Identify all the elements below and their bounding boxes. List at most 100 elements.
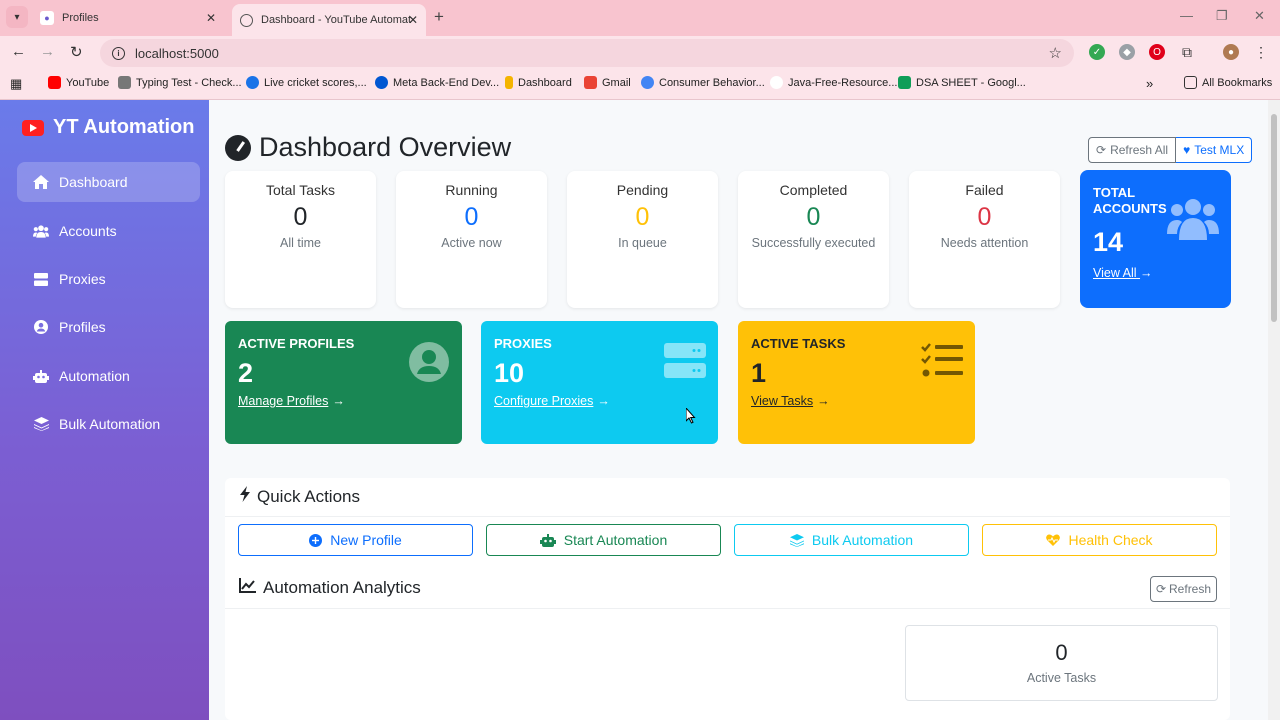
stat-completed: Completed 0 Successfully executed xyxy=(738,171,889,308)
sheets-icon xyxy=(898,76,911,89)
manage-profiles-link[interactable]: Manage Profiles → xyxy=(238,394,345,408)
bookmarks-bar: ▦ YouTube Typing Test - Check... Live cr… xyxy=(0,70,1280,100)
stat-total-tasks: Total Tasks 0 All time xyxy=(225,171,376,308)
stat-value: 0 xyxy=(977,203,992,231)
coursera-icon xyxy=(375,76,388,89)
start-automation-button[interactable]: Start Automation xyxy=(486,524,721,556)
tab-search-button[interactable]: ▾ xyxy=(6,6,28,28)
reload-icon[interactable]: ↻ xyxy=(70,43,83,61)
chevron-down-icon: ▾ xyxy=(14,11,20,23)
close-tab-icon[interactable]: ✕ xyxy=(206,11,216,25)
bookmark-cricket[interactable]: Live cricket scores,... xyxy=(246,76,367,89)
bookmark-meta[interactable]: Meta Back-End Dev... xyxy=(375,76,499,89)
refresh-all-button[interactable]: ⟳ Refresh All xyxy=(1088,137,1177,163)
bookmark-java[interactable]: Java-Free-Resource... xyxy=(770,76,897,89)
health-check-button[interactable]: Health Check xyxy=(982,524,1217,556)
arrow-right-icon: → xyxy=(817,394,830,408)
stat-sub: Needs attention xyxy=(940,236,1029,250)
bookmark-dashboard[interactable]: Dashboard xyxy=(505,76,572,89)
refresh-icon: ⟳ xyxy=(1096,143,1107,157)
sidebar-item-accounts[interactable]: Accounts xyxy=(17,211,200,251)
active-tasks-label: Active Tasks xyxy=(1026,671,1097,685)
scrollbar-thumb[interactable] xyxy=(1271,114,1277,322)
avatar[interactable]: ● xyxy=(1223,44,1239,60)
test-mlx-button[interactable]: ♥ Test MLX xyxy=(1176,137,1253,163)
menu-kebab-icon[interactable]: ⋮ xyxy=(1253,44,1269,60)
privacy-extension-icon[interactable]: ◆ xyxy=(1119,44,1135,60)
puzzle-extensions-icon[interactable]: ⧉ xyxy=(1179,44,1195,60)
browser-tab-bar: ▾ ● Profiles ✕ Dashboard - YouTube Autom… xyxy=(0,0,1280,36)
page-title: Dashboard Overview xyxy=(225,132,511,163)
task-list-icon xyxy=(921,343,963,377)
page-scrollbar[interactable] xyxy=(1268,100,1280,720)
forward-icon[interactable]: → xyxy=(40,43,55,60)
users-icon xyxy=(33,224,49,238)
stat-sub: All time xyxy=(280,236,321,250)
sidebar-item-bulk-automation[interactable]: Bulk Automation xyxy=(17,404,200,444)
stat-sub: Active now xyxy=(441,236,502,250)
bookmark-youtube[interactable]: YouTube xyxy=(48,76,109,89)
bookmark-consumer[interactable]: Consumer Behavior... xyxy=(641,76,765,89)
dashboard-gauge-icon xyxy=(225,134,251,161)
stat-sub: Successfully executed xyxy=(751,236,876,250)
analytics-refresh-button[interactable]: ⟳ Refresh xyxy=(1150,576,1217,602)
all-bookmarks[interactable]: All Bookmarks xyxy=(1184,76,1272,89)
sidebar-item-proxies[interactable]: Proxies xyxy=(17,259,200,299)
heartbeat-icon: ♥ xyxy=(1183,143,1191,157)
apps-grid-icon[interactable]: ▦ xyxy=(10,76,22,92)
user-circle-icon xyxy=(409,342,449,382)
new-tab-button[interactable]: + xyxy=(434,7,444,27)
opera-extension-icon[interactable]: O xyxy=(1149,44,1165,60)
stat-value: 0 xyxy=(635,203,650,231)
view-tasks-link[interactable]: View Tasks → xyxy=(751,394,830,408)
active-tasks-card: ACTIVE TASKS 1 View Tasks → xyxy=(738,321,975,444)
stat-running: Running 0 Active now xyxy=(396,171,547,308)
new-profile-button[interactable]: New Profile xyxy=(238,524,473,556)
bookmark-dsa[interactable]: DSA SHEET - Googl... xyxy=(898,76,1026,89)
arrow-right-icon: → xyxy=(1140,266,1153,280)
more-bookmarks-icon[interactable]: » xyxy=(1146,76,1153,91)
users-icon xyxy=(1167,199,1219,240)
divider xyxy=(225,516,1230,517)
back-icon[interactable]: ← xyxy=(11,43,26,60)
tab-title: Profiles xyxy=(62,12,99,24)
stat-sub: In queue xyxy=(618,236,667,250)
header-button-group: ⟳ Refresh All ♥ Test MLX xyxy=(1088,137,1253,163)
server-icon xyxy=(664,343,706,378)
url-input[interactable]: i localhost:5000 ☆ xyxy=(100,39,1074,67)
sidebar-item-dashboard[interactable]: Dashboard xyxy=(17,162,200,202)
sidebar-item-profiles[interactable]: Profiles xyxy=(17,307,200,347)
bulk-automation-button[interactable]: Bulk Automation xyxy=(734,524,969,556)
folder-icon xyxy=(1184,76,1197,89)
active-tasks-value: 0 xyxy=(1055,640,1068,665)
tab-profiles[interactable]: ● Profiles ✕ xyxy=(34,4,224,32)
minimize-icon[interactable]: — xyxy=(1180,8,1193,23)
bookmark-typing-test[interactable]: Typing Test - Check... xyxy=(118,76,242,89)
arrow-right-icon: → xyxy=(597,394,610,408)
stat-value: 0 xyxy=(806,203,821,231)
home-icon xyxy=(33,175,49,189)
stat-pending: Pending 0 In queue xyxy=(567,171,718,308)
view-all-link[interactable]: View All → xyxy=(1093,266,1231,280)
address-bar-row: ← → ↻ i localhost:5000 ☆ ✓ ◆ O ⧉ ● ⋮ xyxy=(0,36,1280,70)
bookmark-star-icon[interactable]: ☆ xyxy=(1049,44,1062,62)
mouse-cursor-icon xyxy=(686,408,696,424)
stat-label: Failed xyxy=(965,182,1004,198)
site-info-icon[interactable]: i xyxy=(112,46,125,60)
heartbeat-icon xyxy=(1046,534,1061,546)
robot-icon xyxy=(33,369,49,383)
restore-icon[interactable]: ❐ xyxy=(1216,8,1228,24)
sidebar-item-automation[interactable]: Automation xyxy=(17,356,200,396)
brand[interactable]: YT Automation xyxy=(22,116,194,139)
youtube-icon xyxy=(48,76,61,89)
stat-value: 0 xyxy=(464,203,479,231)
arrow-right-icon: → xyxy=(332,394,345,408)
close-tab-icon[interactable]: ✕ xyxy=(408,13,418,27)
shield-extension-icon[interactable]: ✓ xyxy=(1089,44,1105,60)
stat-label: Running xyxy=(445,182,498,198)
configure-proxies-link[interactable]: Configure Proxies → xyxy=(494,394,610,408)
close-window-icon[interactable]: ✕ xyxy=(1254,8,1265,24)
stat-value: 0 xyxy=(293,203,308,231)
tab-dashboard[interactable]: Dashboard - YouTube Automat ✕ xyxy=(232,4,426,36)
bookmark-gmail[interactable]: Gmail xyxy=(584,76,631,89)
